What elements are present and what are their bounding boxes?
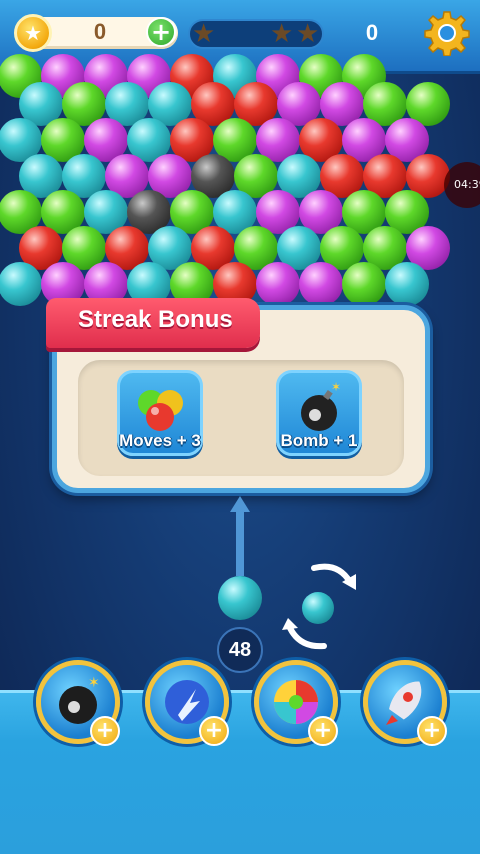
star-2-icon: ★ [270,19,294,49]
rocket-booster-add-button[interactable]: + [417,716,447,746]
settings-gear-icon[interactable] [424,10,470,56]
streak-bonus-title: Streak Bonus [78,306,233,333]
coin-value: 0 [93,19,107,44]
current-bubble[interactable] [218,576,262,620]
bubble [256,262,300,306]
game-stage[interactable]: ★ 0 + ★ ★ ★ 0 04:39 Streak Bonus Moves +… [0,0,480,854]
svg-text:✶: ✶ [88,675,100,691]
energy-orb-booster-add-button[interactable]: + [199,716,229,746]
score-value: 0 [365,20,379,45]
star-3-icon: ★ [296,19,320,49]
reward-bomb-label: Bomb + 1 [280,431,358,450]
swap-arrow-bottom-icon[interactable] [278,618,330,652]
bubble [0,262,42,306]
reward-moves-label: Moves + 3 [119,431,201,450]
svg-text:✶: ✶ [331,380,341,394]
coin-icon: ★ [14,14,52,52]
aim-arrow [230,496,250,576]
timer-badge: 04:39 [444,162,480,208]
bubble [299,262,343,306]
star-1-icon: ★ [192,19,216,49]
swap-arrow-top-icon[interactable] [310,560,362,594]
add-coins-button[interactable]: + [146,17,176,47]
bubble [342,262,386,306]
rainbow-booster-add-button[interactable]: + [308,716,338,746]
bomb-booster-add-button[interactable]: + [90,716,120,746]
bubble [385,262,429,306]
